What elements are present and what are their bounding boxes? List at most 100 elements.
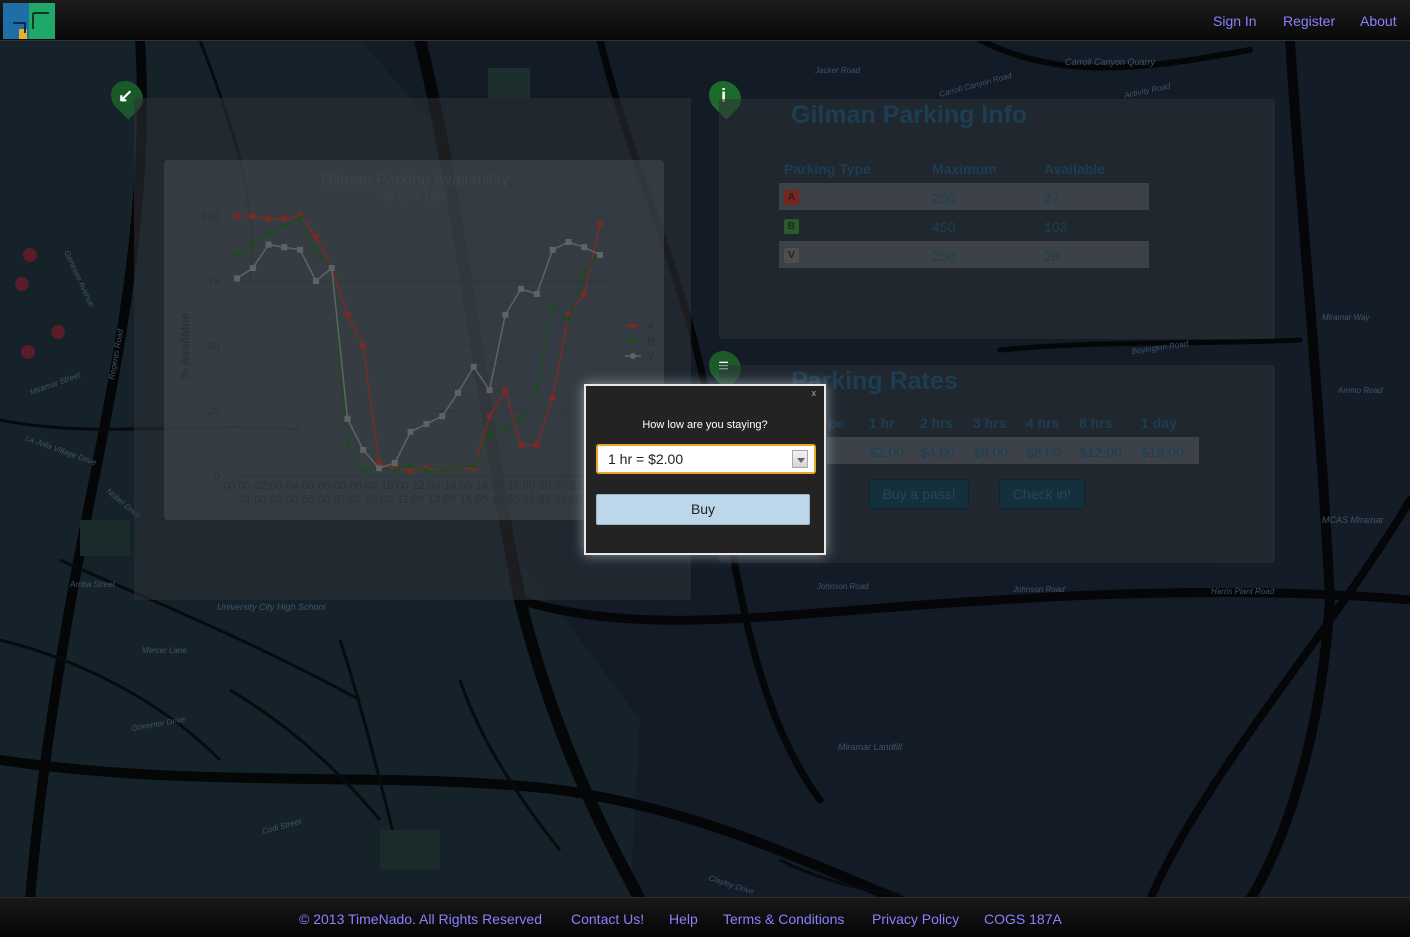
x-tick-label: 18:00 [507, 480, 535, 492]
data-point [376, 465, 383, 472]
data-point [581, 244, 588, 251]
map-label: Johnson Road [816, 582, 869, 591]
check-in-button[interactable]: Check in! [999, 479, 1085, 509]
rates-header-3hrs: 3 hrs [973, 415, 1007, 431]
data-point [249, 212, 256, 220]
info-row-v-available: 28 [1044, 248, 1060, 264]
rates-header-4hrs: 4 hrs [1026, 415, 1060, 431]
x-tick-label: 03:00 [271, 494, 299, 506]
data-point [533, 441, 541, 448]
data-point [502, 387, 509, 394]
data-point [344, 415, 351, 422]
legend-marker [630, 353, 636, 359]
sign-in-link[interactable]: Sign In [1213, 13, 1257, 29]
data-point [233, 212, 241, 220]
data-point [470, 363, 477, 370]
data-point [502, 311, 509, 318]
map-label: University City High School [217, 602, 327, 612]
buy-pass-button[interactable]: Buy a pass! [869, 479, 969, 509]
data-point [407, 462, 415, 470]
dialog-close-icon[interactable]: x [812, 388, 817, 398]
series-v [234, 239, 603, 472]
rate-2hrs: $4.00 [920, 444, 956, 460]
info-row-a-maximum: 200 [932, 190, 956, 206]
map-label: Arriba Street [69, 580, 116, 589]
y-tick-label: 100 [202, 211, 220, 223]
y-tick-label: 75 [208, 276, 220, 288]
info-row-a-available: 87 [1044, 190, 1060, 206]
x-tick-label: 05:00 [302, 494, 330, 506]
rates-header-1day: 1 day [1141, 415, 1177, 431]
x-tick-label: 13:00 [428, 494, 456, 506]
legend-marker [630, 338, 636, 344]
map-label: Jacker Road [814, 66, 860, 75]
data-point [249, 265, 256, 271]
data-point [344, 311, 351, 318]
x-tick-label: 14:00 [444, 480, 472, 492]
x-tick-label: 16:00 [476, 480, 504, 492]
data-point [328, 265, 335, 271]
map-label: Miramar Way [1322, 313, 1370, 322]
y-tick-label: 50 [208, 341, 220, 353]
rate-3hrs: $6.00 [973, 444, 1009, 460]
info-header-maximum: Maximum [932, 161, 997, 177]
x-tick-label: 12:00 [413, 480, 441, 492]
data-point [486, 430, 494, 438]
info-panel [719, 99, 1275, 339]
copyright-text: © 2013 TimeNado. All Rights Reserved [299, 911, 542, 927]
x-tick-label: 06:00 [318, 480, 346, 492]
about-link[interactable]: About [1360, 13, 1397, 29]
data-point [265, 241, 272, 248]
timenado-logo[interactable] [3, 3, 55, 39]
duration-select[interactable]: 1 hr = $2.00 [596, 444, 816, 474]
data-point [312, 278, 319, 284]
y-tick-label: 0 [214, 471, 220, 483]
info-row-bg [779, 183, 1149, 210]
data-point [281, 244, 288, 251]
map-label: Ammo Road [1337, 386, 1383, 395]
contact-link[interactable]: Contact Us! [571, 911, 644, 927]
top-navbar: Sign In Register About [0, 0, 1410, 41]
terms-link[interactable]: Terms & Conditions [723, 911, 844, 927]
help-link[interactable]: Help [669, 911, 698, 927]
data-point [281, 215, 288, 222]
info-row-bg [779, 241, 1149, 268]
x-tick-label: 19:00 [523, 494, 551, 506]
x-tick-label: 04:00 [286, 480, 314, 492]
x-tick-label: 15:00 [460, 494, 488, 506]
legend-label: V [647, 351, 655, 363]
rates-header-2hrs: 2 hrs [920, 415, 954, 431]
info-row-b-maximum: 450 [932, 219, 956, 235]
map-label: Carroll Canyon Quarry [1065, 57, 1156, 67]
data-point [391, 460, 398, 466]
x-tick-label: 09:00 [365, 494, 393, 506]
data-point [280, 222, 288, 230]
chevron-down-icon[interactable] [792, 450, 808, 468]
data-point [454, 389, 461, 396]
rate-1hr: $2.00 [869, 444, 905, 460]
x-tick-label: 10:00 [381, 480, 409, 492]
privacy-link[interactable]: Privacy Policy [872, 911, 959, 927]
series-line [236, 241, 601, 470]
data-point [517, 441, 525, 448]
chart-title: Gilman Parking Availability [321, 172, 509, 189]
data-point [596, 220, 604, 227]
x-tick-label: 08:00 [349, 480, 377, 492]
data-point [549, 394, 556, 402]
cogs-link[interactable]: COGS 187A [984, 911, 1062, 927]
x-tick-label: 02:00 [255, 480, 283, 492]
buy-button[interactable]: Buy [596, 494, 810, 525]
map-label: Johnson Road [1012, 585, 1065, 594]
type-b-badge: B [784, 219, 799, 234]
data-point [407, 428, 414, 435]
type-v-badge: V [784, 248, 799, 263]
info-row-b-available: 103 [1044, 219, 1068, 235]
x-tick-label: 11:00 [397, 494, 424, 506]
data-point [297, 246, 304, 253]
data-point [343, 441, 351, 449]
rate-8hrs: $12.00 [1079, 444, 1122, 460]
register-link[interactable]: Register [1283, 13, 1335, 29]
data-point [533, 384, 541, 392]
series-b [233, 215, 604, 475]
purchase-dialog: x How low are you staying? 1 hr = $2.00 … [584, 384, 826, 555]
